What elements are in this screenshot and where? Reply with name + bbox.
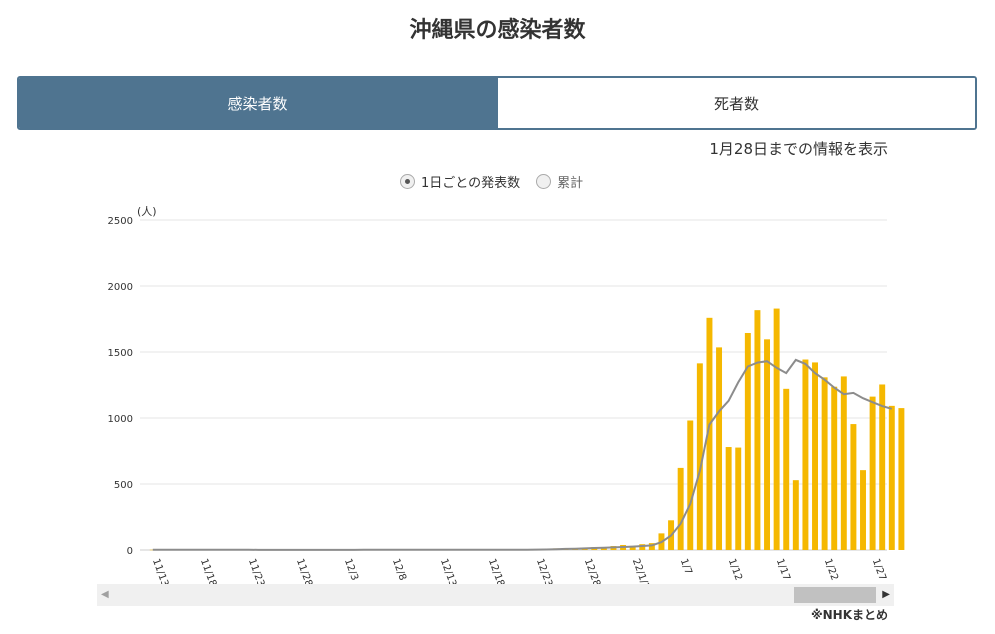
x-tick-label: 12/8	[390, 557, 408, 582]
x-tick-label: 12/23	[534, 557, 554, 585]
tab-cases[interactable]: 感染者数	[19, 78, 496, 128]
bar[interactable]	[792, 480, 799, 550]
page-title: 沖縄県の感染者数	[409, 18, 586, 43]
x-tick-label: 11/18	[198, 557, 218, 585]
x-tick-label: 11/28	[294, 557, 314, 585]
horizontal-scrollbar[interactable]: ◀ ▶	[97, 584, 894, 606]
x-tick-label: 11/23	[246, 557, 266, 585]
bar[interactable]	[735, 447, 742, 550]
update-note: 1月28日までの情報を表示	[709, 140, 888, 158]
bar[interactable]	[860, 470, 866, 550]
scroll-thumb[interactable]	[794, 587, 876, 603]
y-tick-label: 2500	[108, 216, 133, 227]
x-tick-label: 12/3	[342, 557, 360, 582]
x-tick-label: 1/7	[678, 557, 694, 576]
bar[interactable]	[754, 310, 761, 550]
cumulative-option[interactable]: 累計	[536, 172, 583, 191]
bar[interactable]	[888, 405, 895, 550]
daily-option-label: 1日ごとの発表数	[421, 176, 521, 191]
y-tick-label: 1500	[108, 348, 133, 359]
average-line	[152, 358, 893, 551]
line-layer	[152, 358, 893, 551]
x-tick-label: 12/28	[582, 557, 602, 585]
y-unit-label: (人)	[137, 205, 157, 218]
y-tick-label: 0	[127, 546, 133, 557]
bar[interactable]	[879, 384, 886, 550]
bar[interactable]	[725, 447, 732, 550]
bar-layer	[149, 308, 905, 551]
x-tick-label: 11/13	[150, 557, 170, 585]
x-tick-label: 22/1/2	[630, 557, 651, 585]
y-tick-label: 2000	[108, 282, 133, 293]
bar[interactable]	[812, 362, 818, 550]
daily-radio[interactable]	[400, 174, 415, 189]
scroll-left-arrow-icon[interactable]: ◀	[101, 587, 109, 603]
y-tick-label: 1000	[108, 414, 133, 425]
cumulative-radio[interactable]	[536, 174, 552, 189]
x-tick-label: 1/22	[822, 557, 840, 582]
tab-deaths[interactable]: 死者数	[496, 78, 975, 128]
bar[interactable]	[802, 359, 809, 550]
x-tick-label: 12/13	[438, 557, 458, 585]
bar[interactable]	[716, 347, 723, 550]
bar[interactable]	[831, 386, 838, 550]
bar[interactable]	[869, 396, 876, 550]
view-options: 1日ごとの発表数 累計	[400, 172, 599, 191]
scroll-right-arrow-icon[interactable]: ▶	[882, 587, 890, 603]
bar[interactable]	[850, 424, 857, 550]
source-note: ※NHKまとめ	[810, 608, 888, 622]
bar[interactable]	[840, 376, 847, 550]
bar[interactable]	[677, 467, 684, 550]
bar[interactable]	[764, 339, 771, 550]
x-tick-label: 1/17	[774, 557, 792, 582]
bar[interactable]	[773, 308, 780, 550]
bar[interactable]	[783, 388, 790, 550]
y-tick-label: 500	[114, 480, 133, 491]
bar[interactable]	[687, 420, 694, 550]
bar[interactable]	[898, 408, 905, 550]
bar[interactable]	[821, 377, 828, 550]
x-tick-label: 1/27	[870, 557, 888, 582]
tab-bar: 感染者数 死者数	[17, 76, 977, 130]
cumulative-option-label: 累計	[557, 176, 584, 191]
axis-layer: 0 500 1000 1500 2000 2500 11/13 11/18 11/23 11/28…	[108, 216, 888, 585]
x-tick-label: 1/12	[726, 557, 744, 582]
x-tick-label: 12/18	[486, 557, 506, 585]
cases-chart: 0 500 1000 1500 2000 2500 11/13 11/18 11/23 11/28…	[108, 205, 905, 585]
daily-option[interactable]: 1日ごとの発表数	[400, 172, 520, 191]
